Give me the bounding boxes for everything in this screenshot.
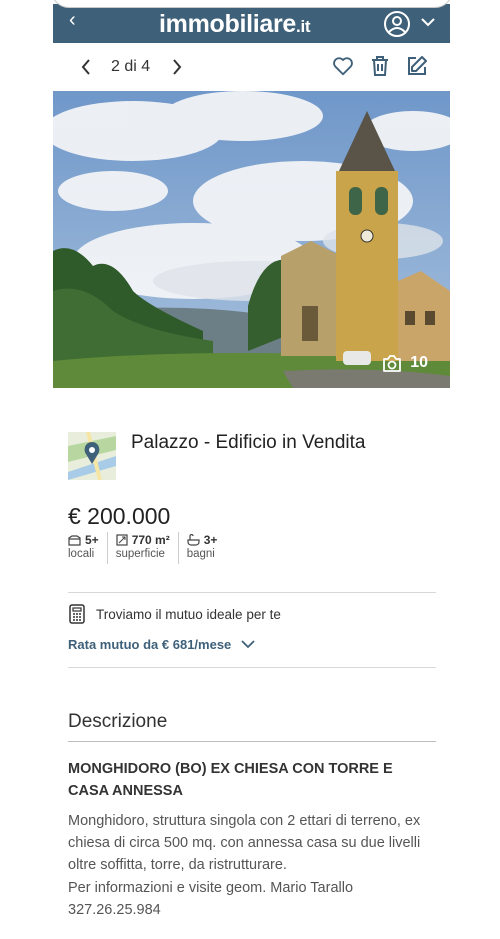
chevron-down-icon: [241, 640, 255, 649]
feature-area-value: 770 m²: [131, 533, 170, 547]
listing-features: 5+ locali 770 m² superficie 3+ bagni: [68, 532, 233, 564]
chevron-down-icon[interactable]: [421, 17, 435, 27]
logo[interactable]: immobiliare.it: [159, 10, 311, 39]
gallery-pager: 2 di 4: [53, 50, 450, 84]
logo-tld: .it: [296, 17, 311, 36]
mortgage-rate-toggle[interactable]: Rata mutuo da € 681/mese: [68, 637, 436, 652]
camera-icon: [383, 354, 402, 372]
divider: [68, 667, 436, 668]
description-paragraph-2: Per informazioni e visite geom. Mario Ta…: [68, 879, 354, 918]
divider: [68, 592, 436, 593]
photo-count: 10: [410, 354, 428, 371]
feature-baths: 3+ bagni: [187, 532, 226, 564]
browser-url-bar: [51, 0, 453, 8]
map-thumbnail[interactable]: [68, 432, 116, 480]
mortgage-rate-text: Rata mutuo da € 681/mese: [68, 637, 232, 652]
chevron-left-icon[interactable]: [80, 58, 92, 76]
feature-rooms: 5+ locali: [68, 532, 108, 564]
description-title: Descrizione: [68, 711, 168, 732]
feature-area-label: superficie: [115, 548, 165, 560]
edit-icon[interactable]: [406, 55, 428, 77]
description-heading: MONGHIDORO (BO) EX CHIESA CON TORRE E CA…: [68, 761, 393, 799]
mortgage-section: Troviamo il mutuo ideale per te Rata mut…: [68, 604, 436, 652]
chevron-right-icon[interactable]: [171, 58, 183, 76]
divider: [68, 741, 436, 742]
feature-rooms-value: 5+: [85, 533, 99, 547]
bath-icon: [187, 534, 200, 546]
trash-icon[interactable]: [370, 55, 390, 77]
listing-title: Palazzo - Edificio in Vendita: [131, 432, 366, 453]
mortgage-promo-text: Troviamo il mutuo ideale per te: [96, 606, 281, 622]
description-paragraph-1: Monghidoro, struttura singola con 2 etta…: [68, 813, 421, 874]
app-header: ‹ immobiliare.it: [51, 0, 453, 43]
description-body: Monghidoro, struttura singola con 2 etta…: [68, 810, 440, 921]
feature-rooms-label: locali: [68, 548, 95, 560]
feature-area: 770 m² superficie: [116, 532, 179, 564]
listing-photo[interactable]: 10: [53, 91, 450, 388]
rooms-icon: [68, 534, 81, 546]
feature-baths-label: bagni: [186, 548, 215, 560]
back-icon[interactable]: ‹: [69, 9, 76, 32]
feature-baths-value: 3+: [203, 533, 218, 547]
photo-count-badge[interactable]: 10: [382, 354, 428, 372]
page-counter: 2 di 4: [111, 58, 151, 75]
user-icon[interactable]: [383, 10, 411, 38]
calculator-icon: [69, 604, 85, 624]
church-photo: [53, 91, 450, 388]
listing-price: € 200.000: [68, 503, 171, 529]
heart-icon[interactable]: [332, 55, 354, 77]
logo-text: immobiliare: [159, 10, 297, 38]
mortgage-promo[interactable]: Troviamo il mutuo ideale per te: [68, 604, 436, 624]
area-icon: [116, 534, 128, 546]
